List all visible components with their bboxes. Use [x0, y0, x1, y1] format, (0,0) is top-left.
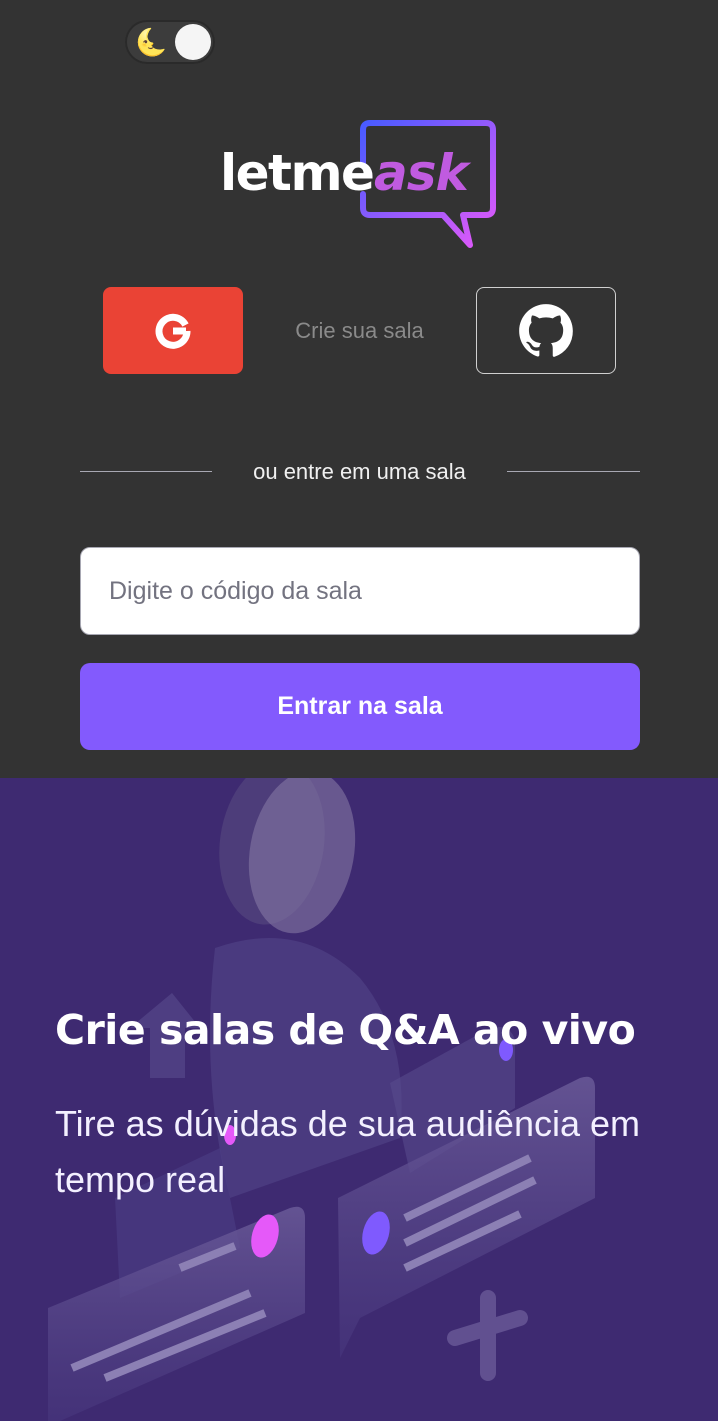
enter-room-button[interactable]: Entrar na sala [80, 663, 640, 750]
hero-title: Crie salas de Q&A ao vivo [55, 1006, 636, 1054]
logo-text-ask: ask [374, 144, 469, 202]
google-icon [155, 313, 191, 349]
letmeask-logo: letme ask [218, 118, 503, 253]
divider-line-right [507, 471, 640, 472]
divider-line-left [80, 471, 212, 472]
moon-icon: 🌜 [135, 27, 168, 57]
github-login-button[interactable] [476, 287, 616, 374]
hero-subtitle: Tire as dúvidas de sua audiência em temp… [55, 1103, 640, 1200]
google-login-button[interactable] [103, 287, 243, 374]
create-room-label: Crie sua sala [295, 317, 424, 343]
logo-text-letme: letme [220, 144, 375, 202]
theme-toggle[interactable]: 🌜 [125, 20, 215, 64]
github-icon [519, 303, 573, 357]
toggle-knob [175, 24, 211, 60]
hero-section: Crie salas de Q&A ao vivo Tire as dúvida… [0, 778, 718, 1421]
divider-text: ou entre em uma sala [253, 459, 466, 484]
room-code-input[interactable] [80, 547, 640, 635]
